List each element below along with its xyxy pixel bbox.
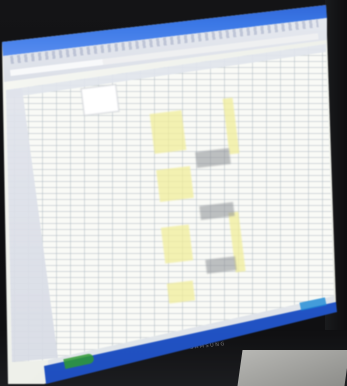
highlight-yellow-block-3	[160, 224, 194, 264]
highlight-yellow-block-4	[166, 280, 196, 304]
monitor-screen	[0, 0, 347, 386]
photo-scene: SAMSUNG	[0, 0, 347, 386]
embedded-chart[interactable]	[80, 83, 120, 117]
highlight-yellow-block-1	[149, 110, 187, 154]
highlight-yellow-block-2	[156, 166, 194, 202]
